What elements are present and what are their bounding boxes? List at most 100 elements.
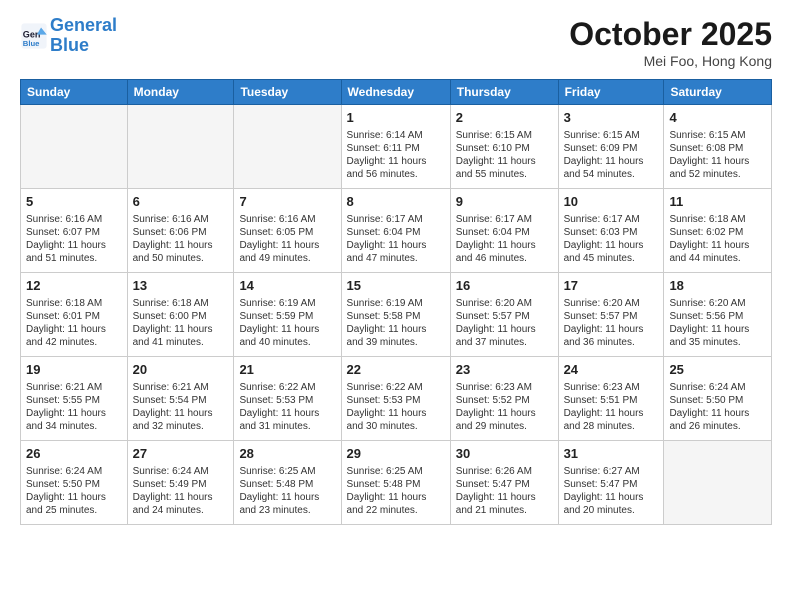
weekday-header-friday: Friday: [558, 80, 664, 105]
calendar-cell: 9Sunrise: 6:17 AM Sunset: 6:04 PM Daylig…: [450, 189, 558, 273]
calendar-cell: [21, 105, 128, 189]
weekday-header-monday: Monday: [127, 80, 234, 105]
month-title: October 2025: [569, 16, 772, 53]
day-info: Sunrise: 6:23 AM Sunset: 5:52 PM Dayligh…: [456, 381, 553, 433]
day-number: 4: [669, 109, 766, 127]
calendar-cell: 26 Sunrise: 6:24 AM Sunset: 5:50 PM Dayli…: [21, 441, 128, 525]
calendar-cell: [664, 441, 772, 525]
day-info: Sunrise: 6:21 AM Sunset: 5:54 PM Dayligh…: [133, 381, 229, 433]
calendar-cell: [234, 105, 341, 189]
calendar-cell: 25 Sunrise: 6:24 AM Sunset: 5:50 PM Dayli…: [664, 357, 772, 441]
logo-line2: Blue: [50, 35, 89, 55]
calendar-cell: 30 Sunrise: 6:26 AM Sunset: 5:47 PM Dayli…: [450, 441, 558, 525]
day-number: 2: [456, 109, 553, 127]
day-info: Sunrise: 6:25 AM Sunset: 5:48 PM Dayligh…: [347, 465, 445, 517]
day-number: 19: [26, 361, 122, 379]
day-number: 28: [239, 445, 335, 463]
day-info: Sunrise: 6:22 AM Sunset: 5:53 PM Dayligh…: [347, 381, 445, 433]
day-number: 27: [133, 445, 229, 463]
calendar-week-row: 26 Sunrise: 6:24 AM Sunset: 5:50 PM Dayli…: [21, 441, 772, 525]
day-info: Sunrise: 6:27 AM Sunset: 5:47 PM Dayligh…: [564, 465, 659, 517]
day-number: 22: [347, 361, 445, 379]
day-number: 11: [669, 193, 766, 211]
calendar-cell: 19 Sunrise: 6:21 AM Sunset: 5:55 PM Dayli…: [21, 357, 128, 441]
calendar-week-row: 12Sunrise: 6:18 AM Sunset: 6:01 PM Dayli…: [21, 273, 772, 357]
header: Gen Blue General Blue October 2025 Mei F…: [20, 16, 772, 69]
day-info: Sunrise: 6:21 AM Sunset: 5:55 PM Dayligh…: [26, 381, 122, 433]
calendar-cell: 29 Sunrise: 6:25 AM Sunset: 5:48 PM Dayli…: [341, 441, 450, 525]
day-number: 13: [133, 277, 229, 295]
calendar-cell: [127, 105, 234, 189]
day-info: Sunrise: 6:18 AM Sunset: 6:00 PM Dayligh…: [133, 297, 229, 349]
day-number: 10: [564, 193, 659, 211]
day-number: 26: [26, 445, 122, 463]
day-info: Sunrise: 6:20 AM Sunset: 5:57 PM Dayligh…: [456, 297, 553, 349]
day-number: 30: [456, 445, 553, 463]
calendar-table: SundayMondayTuesdayWednesdayThursdayFrid…: [20, 79, 772, 525]
day-number: 18: [669, 277, 766, 295]
location-subtitle: Mei Foo, Hong Kong: [569, 53, 772, 69]
day-number: 14: [239, 277, 335, 295]
day-number: 25: [669, 361, 766, 379]
calendar-cell: 6Sunrise: 6:16 AM Sunset: 6:06 PM Daylig…: [127, 189, 234, 273]
day-info: Sunrise: 6:16 AM Sunset: 6:06 PM Dayligh…: [133, 213, 229, 265]
day-info: Sunrise: 6:23 AM Sunset: 5:51 PM Dayligh…: [564, 381, 659, 433]
day-info: Sunrise: 6:24 AM Sunset: 5:50 PM Dayligh…: [26, 465, 122, 517]
weekday-header-thursday: Thursday: [450, 80, 558, 105]
calendar-cell: 11Sunrise: 6:18 AM Sunset: 6:02 PM Dayli…: [664, 189, 772, 273]
day-number: 3: [564, 109, 659, 127]
calendar-cell: 3 Sunrise: 6:15 AM Sunset: 6:09 PM Daylig…: [558, 105, 664, 189]
day-info: Sunrise: 6:15 AM Sunset: 6:09 PM Dayligh…: [564, 129, 659, 181]
calendar-cell: 7 Sunrise: 6:16 AM Sunset: 6:05 PM Daylig…: [234, 189, 341, 273]
calendar-cell: 10Sunrise: 6:17 AM Sunset: 6:03 PM Dayli…: [558, 189, 664, 273]
day-info: Sunrise: 6:24 AM Sunset: 5:49 PM Dayligh…: [133, 465, 229, 517]
day-info: Sunrise: 6:16 AM Sunset: 6:05 PM Dayligh…: [239, 213, 335, 265]
calendar-cell: 1Sunrise: 6:14 AM Sunset: 6:11 PM Daylig…: [341, 105, 450, 189]
calendar-cell: 16Sunrise: 6:20 AM Sunset: 5:57 PM Dayli…: [450, 273, 558, 357]
weekday-header-sunday: Sunday: [21, 80, 128, 105]
svg-text:Blue: Blue: [23, 39, 40, 48]
day-number: 29: [347, 445, 445, 463]
day-info: Sunrise: 6:17 AM Sunset: 6:04 PM Dayligh…: [456, 213, 553, 265]
day-info: Sunrise: 6:24 AM Sunset: 5:50 PM Dayligh…: [669, 381, 766, 433]
page: Gen Blue General Blue October 2025 Mei F…: [0, 0, 792, 612]
day-info: Sunrise: 6:22 AM Sunset: 5:53 PM Dayligh…: [239, 381, 335, 433]
weekday-header-saturday: Saturday: [664, 80, 772, 105]
day-number: 15: [347, 277, 445, 295]
calendar-cell: 2 Sunrise: 6:15 AM Sunset: 6:10 PM Daylig…: [450, 105, 558, 189]
day-number: 17: [564, 277, 659, 295]
weekday-header-wednesday: Wednesday: [341, 80, 450, 105]
logo: Gen Blue General Blue: [20, 16, 117, 56]
calendar-cell: 18Sunrise: 6:20 AM Sunset: 5:56 PM Dayli…: [664, 273, 772, 357]
day-number: 5: [26, 193, 122, 211]
calendar-cell: 14Sunrise: 6:19 AM Sunset: 5:59 PM Dayli…: [234, 273, 341, 357]
day-number: 24: [564, 361, 659, 379]
day-info: Sunrise: 6:15 AM Sunset: 6:10 PM Dayligh…: [456, 129, 553, 181]
title-block: October 2025 Mei Foo, Hong Kong: [569, 16, 772, 69]
day-info: Sunrise: 6:26 AM Sunset: 5:47 PM Dayligh…: [456, 465, 553, 517]
calendar-cell: 15Sunrise: 6:19 AM Sunset: 5:58 PM Dayli…: [341, 273, 450, 357]
day-number: 1: [347, 109, 445, 127]
calendar-cell: 17Sunrise: 6:20 AM Sunset: 5:57 PM Dayli…: [558, 273, 664, 357]
day-info: Sunrise: 6:18 AM Sunset: 6:01 PM Dayligh…: [26, 297, 122, 349]
calendar-week-row: 5 Sunrise: 6:16 AM Sunset: 6:07 PM Daylig…: [21, 189, 772, 273]
day-number: 20: [133, 361, 229, 379]
calendar-cell: 28 Sunrise: 6:25 AM Sunset: 5:48 PM Dayli…: [234, 441, 341, 525]
logo-line1: General: [50, 15, 117, 35]
calendar-week-row: 1Sunrise: 6:14 AM Sunset: 6:11 PM Daylig…: [21, 105, 772, 189]
day-number: 21: [239, 361, 335, 379]
calendar-cell: 31Sunrise: 6:27 AM Sunset: 5:47 PM Dayli…: [558, 441, 664, 525]
calendar-cell: 13 Sunrise: 6:18 AM Sunset: 6:00 PM Dayli…: [127, 273, 234, 357]
day-info: Sunrise: 6:25 AM Sunset: 5:48 PM Dayligh…: [239, 465, 335, 517]
calendar-cell: 24 Sunrise: 6:23 AM Sunset: 5:51 PM Dayli…: [558, 357, 664, 441]
day-info: Sunrise: 6:16 AM Sunset: 6:07 PM Dayligh…: [26, 213, 122, 265]
weekday-header-tuesday: Tuesday: [234, 80, 341, 105]
calendar-week-row: 19 Sunrise: 6:21 AM Sunset: 5:55 PM Dayli…: [21, 357, 772, 441]
calendar-header-row: SundayMondayTuesdayWednesdayThursdayFrid…: [21, 80, 772, 105]
day-number: 7: [239, 193, 335, 211]
calendar-cell: 27 Sunrise: 6:24 AM Sunset: 5:49 PM Dayli…: [127, 441, 234, 525]
calendar-cell: 5 Sunrise: 6:16 AM Sunset: 6:07 PM Daylig…: [21, 189, 128, 273]
logo-icon: Gen Blue: [20, 22, 48, 50]
calendar-cell: 8Sunrise: 6:17 AM Sunset: 6:04 PM Daylig…: [341, 189, 450, 273]
day-number: 8: [347, 193, 445, 211]
